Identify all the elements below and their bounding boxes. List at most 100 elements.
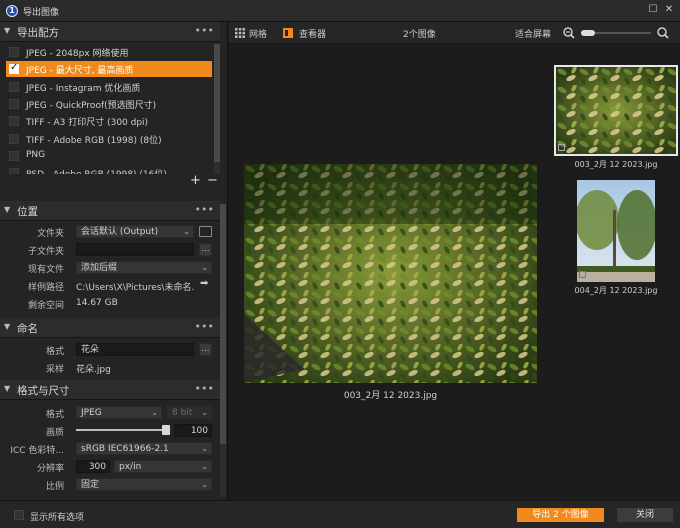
preset-checkbox[interactable] (9, 133, 19, 144)
resolution-input[interactable]: 300 (76, 460, 110, 473)
zoom-out-icon[interactable] (563, 27, 575, 39)
existing-files-value: 添加后缀 (81, 263, 118, 273)
folder-dropdown[interactable]: 会话默认 (Output) ⌄ (76, 225, 194, 238)
name-sample-value: 花朵.jpg (76, 365, 111, 375)
zoom-slider-handle[interactable] (581, 30, 595, 36)
scale-dropdown[interactable]: 固定 ⌄ (76, 478, 212, 491)
quality-input[interactable]: 100 (174, 424, 212, 437)
close-icon[interactable]: ✕ (662, 3, 676, 17)
preset-checkbox[interactable] (9, 168, 19, 175)
arrow-right-icon[interactable]: ➡ (200, 278, 208, 289)
preset-label: PSD - Adobe RGB (1998) (16位) (26, 167, 167, 174)
close-button[interactable]: 关闭 (617, 508, 673, 522)
zoom-in-icon[interactable] (657, 27, 669, 39)
thumbnail-checkbox[interactable] (558, 144, 565, 151)
chevron-down-icon: ⌄ (201, 480, 208, 489)
chevron-down-icon: ⌄ (201, 444, 208, 453)
preset-checkbox[interactable] (9, 81, 19, 92)
add-preset-button[interactable]: + (190, 173, 201, 188)
bit-depth-value: 8 bit (172, 408, 193, 418)
preset-item[interactable]: JPEG - 2048px 网络使用 (6, 44, 212, 60)
resolution-unit-dropdown[interactable]: px/in ⌄ (114, 460, 212, 473)
thumbnail-caption: 003_2月 12 2023.jpg (574, 160, 658, 169)
section-header-location[interactable]: ▼ 位置 ••• (0, 201, 220, 221)
more-options-icon[interactable]: ••• (195, 203, 214, 216)
thumbnail-checkbox[interactable] (579, 271, 586, 278)
more-options-icon[interactable]: ••• (195, 320, 214, 333)
file-format-dropdown[interactable]: JPEG ⌄ (76, 406, 162, 419)
viewer-toolbar: 网格 查看器 2个图像 适合屏幕 (229, 22, 680, 44)
grid-icon[interactable] (235, 28, 245, 38)
preset-checkbox[interactable] (9, 150, 19, 161)
scroll-thumb[interactable] (214, 44, 220, 162)
show-all-options-checkbox[interactable] (14, 510, 24, 520)
title-bar: 1 导出图像 ☐ ✕ (0, 0, 680, 22)
preset-item[interactable]: PSD - Adobe RGB (1998) (16位) (6, 165, 212, 175)
chevron-down-icon: ▼ (4, 205, 11, 214)
scroll-thumb[interactable] (220, 204, 226, 444)
icc-label: ICC 色彩特... (10, 446, 64, 456)
thumbnail-image (556, 67, 676, 154)
preset-item[interactable]: JPEG - QuickProof(预选图尺寸) (6, 96, 212, 112)
name-format-input[interactable]: 花朵 (76, 343, 194, 356)
preset-item[interactable]: PNG (6, 148, 212, 164)
preset-label: PNG (26, 149, 46, 160)
section-header-naming[interactable]: ▼ 命名 ••• (0, 318, 220, 338)
fit-to-screen-button[interactable]: 适合屏幕 (515, 27, 551, 40)
free-space-label: 剩余空间 (27, 301, 64, 311)
image-count-label: 2个图像 (403, 30, 436, 40)
section-header-format-size[interactable]: ▼ 格式与尺寸 ••• (0, 380, 220, 400)
chevron-down-icon: ▼ (4, 26, 11, 35)
preset-item[interactable]: TIFF - Adobe RGB (1998) (8位) (6, 131, 212, 147)
quality-slider-track[interactable] (76, 429, 166, 431)
thumbnail-2[interactable] (577, 180, 655, 282)
preset-checkbox[interactable] (9, 47, 19, 57)
subfolder-tokens-button[interactable]: … (199, 243, 212, 256)
resolution-unit-value: px/in (119, 462, 142, 472)
preset-checkbox[interactable] (9, 62, 19, 75)
window-title: 导出图像 (23, 8, 60, 18)
preset-label: JPEG - 2048px 网络使用 (26, 49, 129, 59)
more-options-icon[interactable]: ••• (195, 24, 214, 37)
bit-depth-dropdown[interactable]: 8 bit ⌄ (167, 406, 212, 419)
preset-scrollbar[interactable] (214, 44, 220, 174)
zoom-slider-track[interactable] (581, 30, 651, 36)
export-button[interactable]: 导出 2 个图像 (517, 508, 604, 522)
icc-profile-value: sRGB IEC61966-2.1 (81, 444, 169, 454)
scale-value: 固定 (81, 480, 100, 490)
existing-files-dropdown[interactable]: 添加后缀 ⌄ (76, 261, 212, 274)
main-image-preview[interactable] (244, 164, 537, 383)
folder-label: 文件夹 (36, 229, 64, 239)
grid-view-button[interactable]: 网格 (249, 27, 267, 40)
quality-slider-fill (76, 429, 166, 431)
icc-profile-dropdown[interactable]: sRGB IEC61966-2.1 ⌄ (76, 442, 212, 455)
more-options-icon[interactable]: ••• (195, 382, 214, 395)
main-image-caption: 003_2月 12 2023.jpg (343, 391, 438, 401)
settings-panel: ▼ 导出配方 ••• JPEG - 2048px 网络使用 JPEG - 最大尺寸… (0, 22, 228, 500)
file-format-value: JPEG (81, 408, 102, 418)
preset-item[interactable]: JPEG - 最大尺寸, 最高画质 (6, 61, 212, 78)
settings-scrollbar[interactable] (220, 204, 226, 497)
chevron-down-icon: ⌄ (201, 462, 208, 471)
viewer-view-button[interactable]: 查看器 (299, 27, 326, 40)
maximize-icon[interactable]: ☐ (646, 3, 660, 17)
sample-path-value: C:\Users\X\Pictures\未命名... (76, 283, 194, 293)
preset-item[interactable]: TIFF - A3 打印尺寸 (300 dpi) (6, 113, 212, 129)
preset-item[interactable]: JPEG - Instagram 优化画质 (6, 79, 212, 95)
chevron-down-icon: ⌄ (183, 227, 190, 236)
viewer-icon[interactable] (283, 28, 293, 38)
name-tokens-button[interactable]: … (199, 343, 212, 356)
chevron-down-icon: ⌄ (201, 263, 208, 272)
preset-checkbox[interactable] (9, 98, 19, 109)
scale-label: 比例 (45, 482, 64, 492)
name-sample-label: 采样 (45, 365, 64, 375)
remove-preset-button[interactable]: − (207, 173, 218, 188)
section-title: 格式与尺寸 (17, 385, 70, 397)
thumbnail-1[interactable] (554, 65, 678, 156)
section-header-presets[interactable]: ▼ 导出配方 ••• (0, 22, 220, 42)
quality-slider-handle[interactable] (162, 425, 170, 435)
subfolder-input[interactable] (76, 243, 194, 256)
folder-icon[interactable] (199, 226, 212, 237)
preset-checkbox[interactable] (9, 116, 19, 127)
chevron-down-icon: ⌄ (151, 408, 158, 417)
